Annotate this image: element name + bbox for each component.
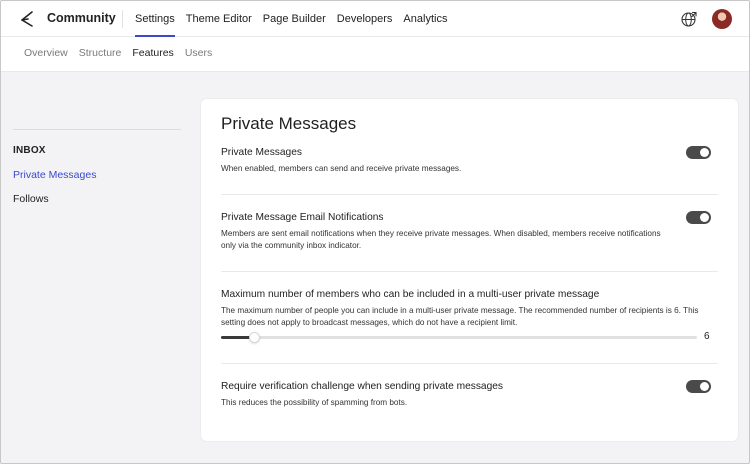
setting-description: Members are sent email notifications whe…: [221, 229, 661, 250]
toggle-knob: [700, 213, 709, 222]
nav-developers[interactable]: Developers: [337, 1, 393, 37]
main-nav: Settings Theme Editor Page Builder Devel…: [135, 1, 458, 37]
globe-icon[interactable]: [680, 10, 698, 28]
page-title: Private Messages: [221, 114, 357, 133]
email-notifications-toggle[interactable]: [686, 211, 711, 224]
nav-theme-editor[interactable]: Theme Editor: [186, 1, 252, 37]
slider-value: 6: [704, 331, 710, 342]
divider: [221, 363, 718, 364]
nav-settings[interactable]: Settings: [135, 1, 175, 37]
sidebar-item-follows[interactable]: Follows: [13, 193, 49, 205]
max-recipients-slider[interactable]: [221, 332, 697, 343]
nav-separator: [122, 10, 123, 28]
subnav-overview[interactable]: Overview: [24, 37, 68, 72]
sidebar-item-private-messages[interactable]: Private Messages: [13, 169, 96, 181]
subnav: Overview Structure Features Users: [24, 37, 223, 72]
nav-page-builder[interactable]: Page Builder: [263, 1, 326, 37]
slider-thumb[interactable]: [249, 332, 260, 343]
app-window: Community Settings Theme Editor Page Bui…: [0, 0, 750, 464]
divider: [221, 271, 718, 272]
setting-description: When enabled, members can send and recei…: [221, 164, 462, 173]
setting-title: Private Message Email Notifications: [221, 212, 384, 223]
sidebar-heading: INBOX: [13, 145, 46, 156]
sub-navigation-bar: Overview Structure Features Users: [1, 37, 749, 72]
toggle-knob: [700, 148, 709, 157]
setting-title: Maximum number of members who can be inc…: [221, 289, 600, 300]
setting-private-messages: Private Messages When enabled, members c…: [221, 146, 717, 175]
sidebar-divider: [13, 129, 181, 130]
private-messages-toggle[interactable]: [686, 146, 711, 159]
user-avatar[interactable]: [712, 9, 732, 29]
setting-email-notifications: Private Message Email Notifications Memb…: [221, 211, 717, 252]
forum-logo-icon[interactable]: [18, 10, 36, 28]
setting-title: Private Messages: [221, 147, 302, 158]
top-navigation-bar: Community Settings Theme Editor Page Bui…: [1, 1, 749, 37]
setting-max-recipients: Maximum number of members who can be inc…: [221, 288, 717, 329]
setting-verification-challenge: Require verification challenge when send…: [221, 380, 717, 409]
toggle-knob: [700, 382, 709, 391]
setting-description: The maximum number of people you can inc…: [221, 306, 699, 327]
settings-card: Private Messages Private Messages When e…: [201, 99, 738, 441]
setting-title: Require verification challenge when send…: [221, 381, 504, 392]
subnav-structure[interactable]: Structure: [79, 37, 122, 72]
subnav-features[interactable]: Features: [132, 37, 173, 72]
brand-name[interactable]: Community: [47, 11, 116, 25]
verification-challenge-toggle[interactable]: [686, 380, 711, 393]
subnav-users[interactable]: Users: [185, 37, 212, 72]
divider: [221, 194, 718, 195]
nav-analytics[interactable]: Analytics: [403, 1, 447, 37]
setting-description: This reduces the possibility of spamming…: [221, 398, 408, 407]
